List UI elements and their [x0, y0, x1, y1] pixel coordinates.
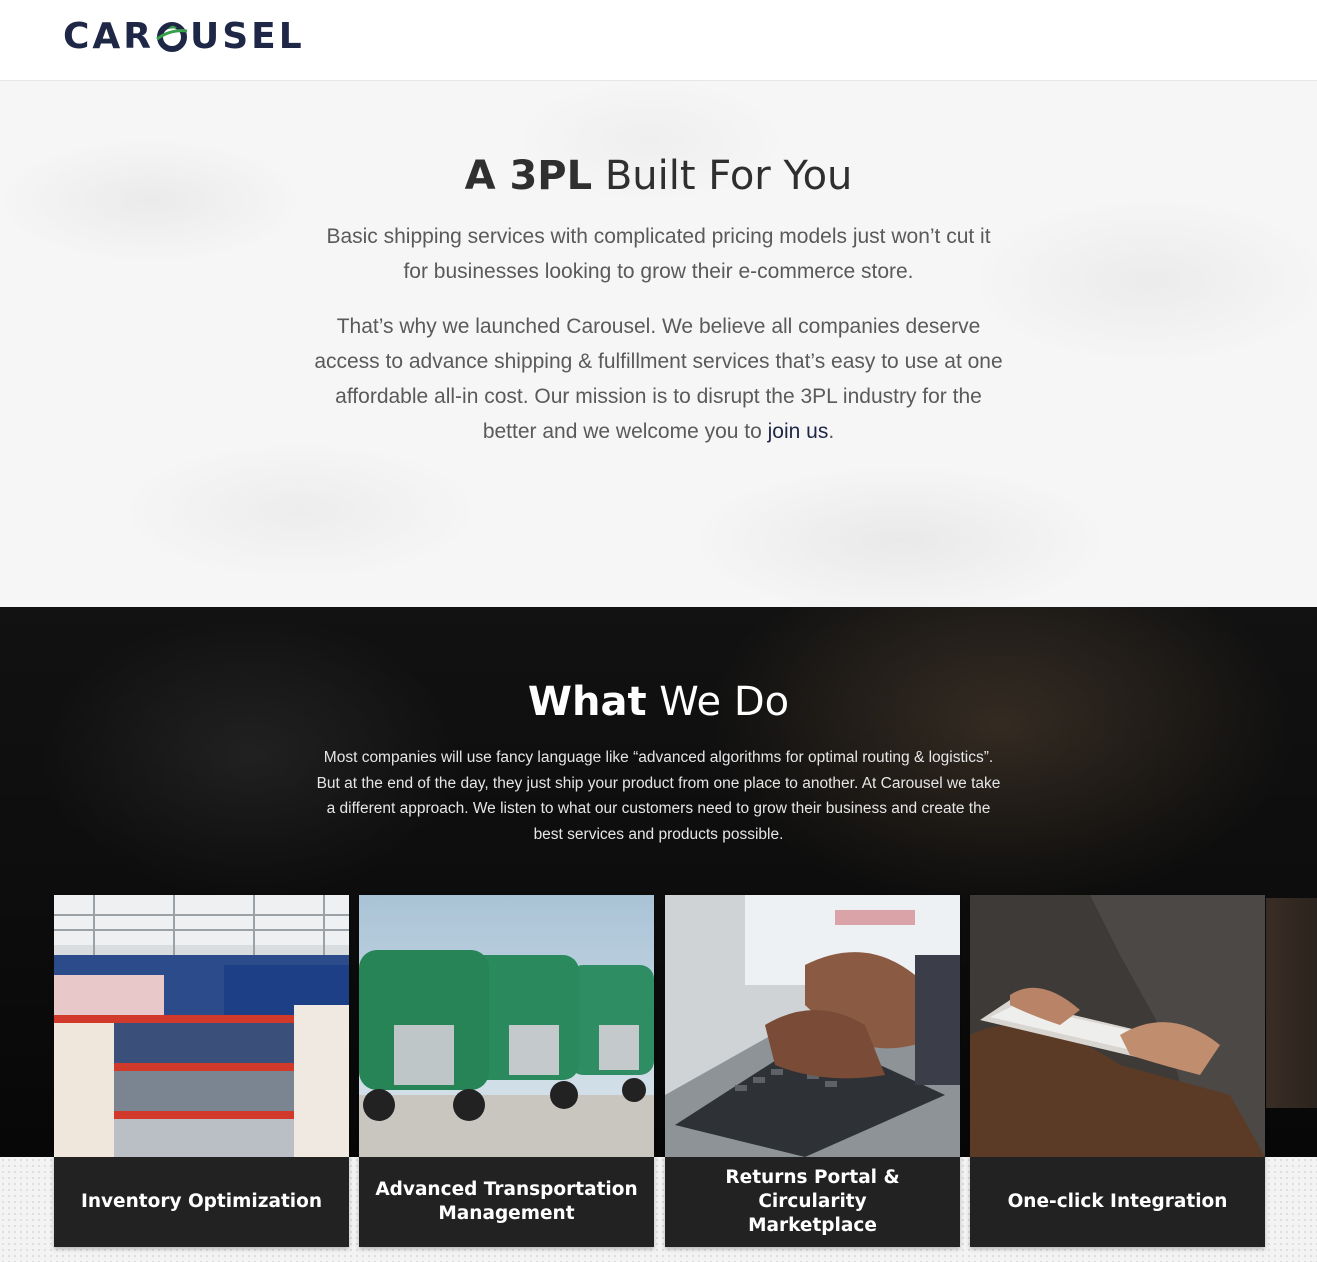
card2-label: Advanced Transportation Management — [375, 1178, 637, 1226]
service-card-returns[interactable]: Returns Portal & Circularity Marketplace — [665, 895, 960, 1247]
intro-p2-line2: access to advance shipping & fulfillment… — [314, 350, 1003, 373]
intro-p1-line2: for businesses looking to grow their e-c… — [403, 260, 914, 283]
join-us-link[interactable]: join us — [768, 420, 829, 443]
card2-label-line1: Advanced Transportation — [375, 1179, 638, 1200]
service-card-inventory[interactable]: Inventory Optimization — [54, 895, 349, 1247]
warehouse-image — [54, 895, 349, 1157]
card3-label-line1: Returns Portal & Circularity — [725, 1167, 900, 1212]
wwd-line2: But at the end of the day, they just shi… — [316, 774, 1001, 792]
wwd-title-bold: What — [527, 679, 647, 725]
intro-title-rest: Built For You — [592, 153, 853, 199]
card-label-inventory: Inventory Optimization — [64, 1157, 339, 1247]
laptop-typing-image — [665, 895, 960, 1157]
card3-label-line2: Marketplace — [748, 1215, 877, 1236]
card-label-returns: Returns Portal & Circularity Marketplace — [675, 1157, 950, 1247]
logo-text-right: USEL — [190, 15, 305, 57]
intro-title-bold: A 3PL — [464, 153, 593, 199]
carousel-logo-o-icon — [155, 19, 189, 53]
card-label-integration: One-click Integration — [980, 1157, 1255, 1247]
wwd-title-rest: We Do — [646, 679, 790, 725]
card-label-transportation: Advanced Transportation Management — [369, 1157, 644, 1247]
intro-p2-line3: affordable all-in cost. Our mission is t… — [335, 385, 982, 408]
what-we-do-description: Most companies will use fancy language l… — [285, 745, 1032, 847]
intro-p1-line1: Basic shipping services with complicated… — [326, 225, 991, 248]
intro-p2-line4-pre: better and we welcome you to — [482, 420, 768, 443]
carousel-logo[interactable]: CAR USEL — [63, 14, 305, 58]
what-we-do-title: What We Do — [0, 679, 1317, 725]
intro-paragraph-1: Basic shipping services with complicated… — [270, 219, 1047, 289]
wwd-line4: best services and products possible. — [533, 825, 784, 843]
card4-label: One-click Integration — [1007, 1191, 1228, 1212]
wwd-line3: a different approach. We listen to what … — [326, 800, 991, 817]
intro-section: A 3PL Built For You Basic shipping servi… — [0, 81, 1317, 607]
intro-paragraph-2: That’s why we launched Carousel. We beli… — [270, 309, 1047, 449]
intro-title: A 3PL Built For You — [0, 153, 1317, 199]
card3-label: Returns Portal & Circularity Marketplace — [675, 1166, 950, 1238]
card1-label: Inventory Optimization — [80, 1191, 323, 1212]
wwd-line1: Most companies will use fancy language l… — [323, 749, 994, 766]
intro-p2-line4-post: . — [828, 420, 835, 443]
service-card-transportation[interactable]: Advanced Transportation Management — [359, 895, 654, 1247]
intro-p2-line1: That’s why we launched Carousel. We beli… — [336, 315, 981, 338]
site-header: CAR USEL — [0, 0, 1317, 81]
card2-label-line2: Management — [438, 1203, 575, 1224]
service-card-integration[interactable]: One-click Integration — [970, 895, 1265, 1247]
logo-text-left: CAR — [63, 15, 155, 57]
partial-next-card-image — [1266, 898, 1317, 1108]
trucks-image — [359, 895, 654, 1157]
tablet-image — [970, 895, 1265, 1157]
